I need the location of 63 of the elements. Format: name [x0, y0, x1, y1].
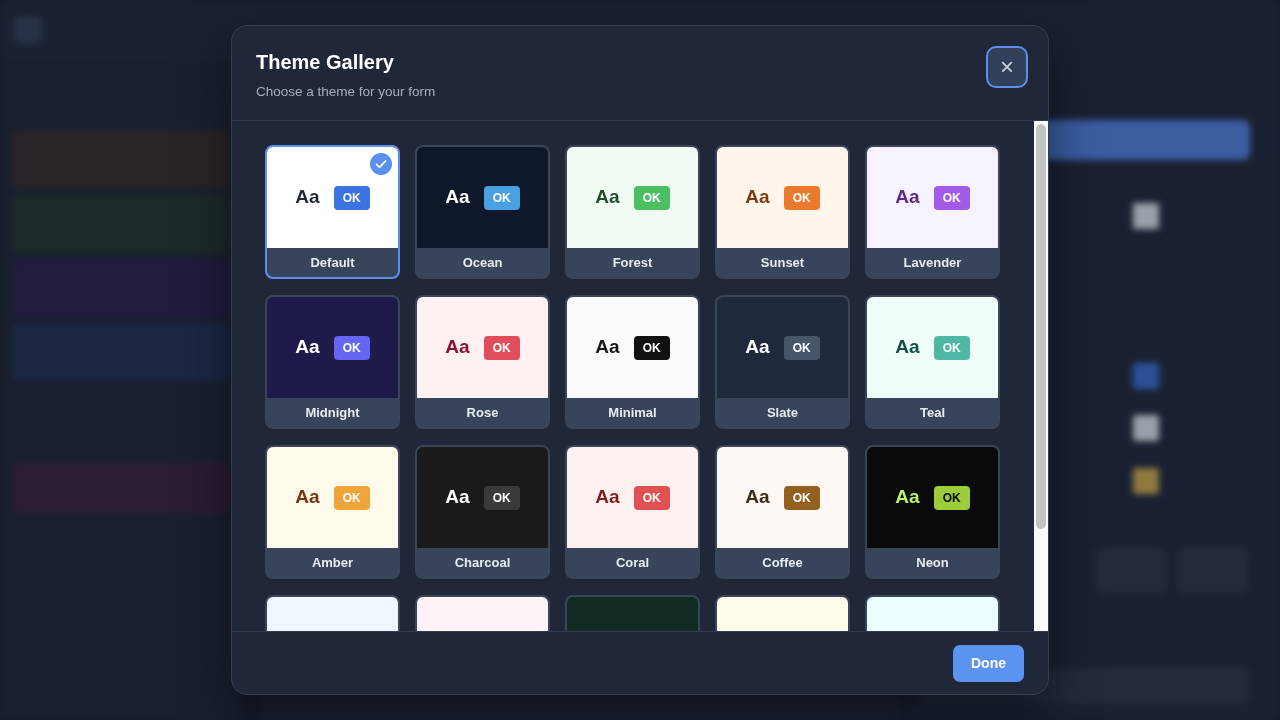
sample-text: Aa: [745, 485, 770, 510]
theme-card[interactable]: Aa OK Forest: [565, 145, 700, 279]
sample-text: Aa: [595, 335, 620, 360]
sample-button: OK: [933, 485, 970, 510]
sample-button: OK: [483, 485, 520, 510]
theme-card[interactable]: Aa OK Neon: [865, 445, 1000, 579]
sample-text: Aa: [745, 335, 770, 360]
sample-text: Aa: [445, 185, 470, 210]
theme-name: Amber: [310, 553, 355, 572]
sample-button: OK: [933, 185, 970, 210]
sample-button: OK: [783, 335, 820, 360]
theme-name: Midnight: [304, 403, 361, 422]
sample-text: Aa: [745, 185, 770, 210]
theme-card[interactable]: Aa OK Minimal: [565, 295, 700, 429]
sample-text: Aa: [295, 485, 320, 510]
theme-name: Rose: [465, 403, 500, 422]
sample-button: OK: [633, 185, 670, 210]
theme-card[interactable]: Aa OK Midnight: [265, 295, 400, 429]
theme-card[interactable]: Aa OK Teal: [865, 295, 1000, 429]
theme-card[interactable]: Aa OK Sunset: [715, 145, 850, 279]
theme-name: Coffee: [761, 553, 804, 572]
theme-name: Default: [309, 253, 356, 272]
sample-text: Aa: [595, 185, 620, 210]
theme-card[interactable]: Aa OK Default: [265, 145, 400, 279]
sample-button: OK: [333, 185, 370, 210]
theme-card[interactable]: Aa OK Rose: [415, 295, 550, 429]
sample-button: OK: [783, 185, 820, 210]
sample-text: Aa: [445, 485, 470, 510]
theme-name: Teal: [918, 403, 947, 422]
sample-button: OK: [333, 485, 370, 510]
theme-name: Coral: [614, 553, 651, 572]
close-button[interactable]: ×: [986, 46, 1028, 88]
theme-name: Ocean: [461, 253, 504, 272]
sample-text: Aa: [595, 485, 620, 510]
theme-name: Neon: [915, 553, 950, 572]
sample-text: Aa: [295, 335, 320, 360]
sample-button: OK: [483, 335, 520, 360]
sample-button: OK: [783, 485, 820, 510]
sample-button: OK: [483, 185, 520, 210]
sample-text: Aa: [895, 335, 920, 360]
sample-text: Aa: [895, 185, 920, 210]
dialog-subtitle: Choose a theme for your form: [256, 83, 436, 101]
sample-text: Aa: [445, 335, 470, 360]
theme-card[interactable]: Aa OK Lavender: [865, 145, 1000, 279]
sample-button: OK: [633, 335, 670, 360]
theme-card[interactable]: Aa OK Coral: [565, 445, 700, 579]
theme-card[interactable]: Aa OK Coffee: [715, 445, 850, 579]
theme-card[interactable]: Aa OK Ocean: [415, 145, 550, 279]
theme-card[interactable]: Aa OK Slate: [715, 295, 850, 429]
theme-name: Lavender: [902, 253, 963, 272]
sample-button: OK: [333, 335, 370, 360]
theme-card[interactable]: Aa OK Charcoal: [415, 445, 550, 579]
sample-text: Aa: [295, 185, 320, 210]
theme-name: Charcoal: [453, 553, 512, 572]
sample-text: Aa: [895, 485, 920, 510]
theme-name: Sunset: [759, 253, 806, 272]
dialog-title: Theme Gallery: [256, 50, 395, 74]
theme-card[interactable]: Aa OK Amber: [265, 445, 400, 579]
theme-name: Forest: [611, 253, 654, 272]
sample-button: OK: [933, 335, 970, 360]
theme-name: Slate: [765, 403, 800, 422]
theme-name: Minimal: [607, 403, 658, 422]
sample-button: OK: [633, 485, 670, 510]
